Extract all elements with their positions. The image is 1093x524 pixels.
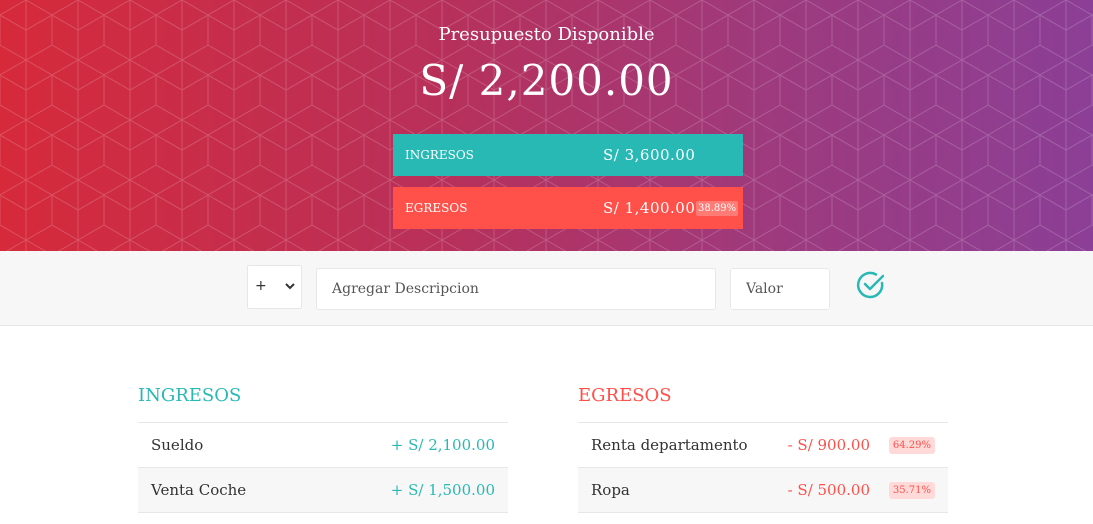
budget-value: S/ 2,200.00 <box>419 56 674 105</box>
income-summary-value: S/ 3,600.00 <box>603 146 696 164</box>
income-value: + S/ 1,500.00 <box>390 481 495 499</box>
expense-row[interactable]: Renta departamento - S/ 900.00 64.29% <box>578 423 948 468</box>
income-row[interactable]: Venta Coche + S/ 1,500.00 <box>138 468 508 513</box>
expense-summary: EGRESOS S/ 1,400.00 38.89% <box>393 187 743 229</box>
expense-list-title: EGRESOS <box>578 385 672 406</box>
income-description: Sueldo <box>151 436 204 454</box>
income-list: Sueldo + S/ 2,100.00 Venta Coche + S/ 1,… <box>138 422 508 513</box>
expense-percentage-badge: 64.29% <box>888 437 935 454</box>
check-circle-icon[interactable] <box>856 270 886 300</box>
income-description: Venta Coche <box>151 481 247 499</box>
value-input[interactable] <box>730 268 830 310</box>
income-row[interactable]: Sueldo + S/ 2,100.00 <box>138 423 508 468</box>
type-select[interactable]: + <box>247 265 302 309</box>
expense-value: - S/ 900.00 <box>787 436 870 454</box>
expense-description: Ropa <box>591 481 630 499</box>
income-summary: INGRESOS S/ 3,600.00 <box>393 134 743 176</box>
budget-title: Presupuesto Disponible <box>438 24 655 45</box>
expense-summary-percentage: 38.89% <box>696 200 739 216</box>
income-summary-label: INGRESOS <box>405 148 474 162</box>
expense-value: - S/ 500.00 <box>787 481 870 499</box>
expense-description: Renta departamento <box>591 436 748 454</box>
chevron-down-icon <box>285 283 295 290</box>
expense-list: Renta departamento - S/ 900.00 64.29% Ro… <box>578 422 948 513</box>
type-select-value: + <box>255 278 267 294</box>
budget-header: Presupuesto Disponible S/ 2,200.00 INGRE… <box>0 0 1093 251</box>
expense-summary-value: S/ 1,400.00 <box>603 199 696 217</box>
income-list-title: INGRESOS <box>138 385 242 406</box>
income-value: + S/ 2,100.00 <box>390 436 495 454</box>
add-entry-bar: + <box>0 251 1093 326</box>
description-input[interactable] <box>316 268 716 310</box>
expense-summary-label: EGRESOS <box>405 201 468 215</box>
expense-percentage-badge: 35.71% <box>888 482 935 499</box>
expense-row[interactable]: Ropa - S/ 500.00 35.71% <box>578 468 948 513</box>
